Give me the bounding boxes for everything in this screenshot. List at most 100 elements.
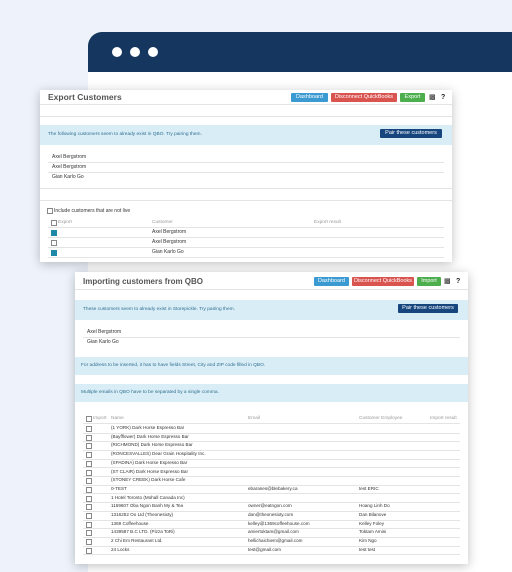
- email-note-text: Multiple emails in QBO have to be separa…: [81, 390, 219, 395]
- customer-name: 24 Locks: [111, 546, 130, 552]
- copy-icon[interactable]: ▩: [444, 277, 451, 286]
- customer-email: amiertoktam@gmail.com: [248, 529, 299, 535]
- row-import-checkbox[interactable]: [86, 521, 92, 528]
- pair-info-text: These customers seem to already exist in…: [83, 307, 235, 312]
- row-import-checkbox[interactable]: [86, 547, 92, 554]
- import-customers-panel: Importing customers from QBO Dashboard D…: [75, 272, 468, 564]
- address-note-text: For address to be inserted, it has to ha…: [81, 363, 266, 368]
- customer-name: 1316252 Oo Ltd (Theonesixty): [111, 512, 174, 517]
- customer-email: dan@theonesixty.com: [248, 512, 294, 517]
- help-icon[interactable]: ?: [441, 93, 445, 102]
- column-header-export: Export: [58, 220, 72, 225]
- divider: [40, 200, 452, 201]
- dashboard-button[interactable]: Dashboard: [314, 277, 349, 286]
- customer-employee: Kim Ngo: [359, 538, 377, 544]
- window-dot-icon: [112, 47, 122, 57]
- column-header-customer-employee: Customer Employee: [359, 416, 403, 421]
- row-import-checkbox[interactable]: [86, 504, 92, 511]
- row-import-checkbox[interactable]: [86, 495, 92, 502]
- pair-info-text: The following customers seem to already …: [48, 132, 202, 137]
- pair-info-alert: These customers seem to already exist in…: [75, 300, 468, 320]
- row-import-checkbox[interactable]: [86, 443, 92, 450]
- column-header-import-result: Import result: [430, 416, 457, 421]
- customer-email: kelley@1369coffeehouse.com: [248, 520, 310, 526]
- divider: [83, 423, 460, 424]
- customer-name: 1169607 Oba Ngon Banh My & Tea: [111, 503, 184, 509]
- row-import-checkbox[interactable]: [86, 478, 92, 485]
- row-divider: [48, 257, 444, 258]
- row-import-checkbox[interactable]: [86, 469, 92, 476]
- divider: [83, 337, 460, 338]
- existing-customer: Gian Karlo Go: [87, 339, 119, 345]
- include-not-live-checkbox[interactable]: [47, 208, 53, 214]
- customer-name: (Bayfflower) Dark Horse Espresso Bar: [111, 433, 189, 439]
- row-import-checkbox[interactable]: [86, 460, 92, 467]
- column-header-name: Name: [111, 416, 124, 421]
- customer-email: ebaranes@blebakery.ca: [248, 485, 298, 491]
- customer-email: owner@eatngon.com: [248, 503, 292, 509]
- customer-email: test@gmail.com: [248, 546, 281, 552]
- row-divider: [48, 247, 444, 248]
- email-note-alert: Multiple emails in QBO have to be separa…: [75, 384, 468, 402]
- customer-email: hellichaichiem@gmail.com: [248, 538, 303, 544]
- disconnect-quickbooks-button[interactable]: Disconnect QuickBooks: [331, 93, 397, 102]
- dashboard-button[interactable]: Dashboard: [291, 93, 328, 102]
- browser-title-bar: [88, 32, 512, 72]
- customer-name: Axel Bergstrom: [152, 229, 187, 235]
- select-all-checkbox[interactable]: [51, 220, 57, 226]
- row-export-checkbox[interactable]: [51, 230, 57, 236]
- export-customers-panel: Export Customers Dashboard Disconnect Qu…: [40, 90, 452, 262]
- divider: [40, 104, 452, 105]
- row-export-checkbox[interactable]: [51, 240, 57, 246]
- row-import-checkbox[interactable]: [86, 539, 92, 546]
- row-export-checkbox[interactable]: [51, 250, 57, 256]
- disconnect-quickbooks-button[interactable]: Disconnect QuickBooks: [352, 277, 414, 286]
- customer-name: (SPADINA) Dark Horse Espresso Bar: [111, 459, 188, 465]
- customer-name: Gian Karlo Go: [152, 249, 184, 255]
- column-header-import: Import: [93, 416, 107, 421]
- import-button[interactable]: Import: [417, 277, 441, 286]
- customer-employee: test test: [359, 546, 376, 552]
- customer-employee: Hoang Linh Do: [359, 503, 390, 509]
- divider: [48, 162, 444, 163]
- include-not-live-label: Include customers that are not live: [54, 208, 131, 214]
- row-import-checkbox[interactable]: [86, 434, 92, 441]
- existing-customer: Axel Bergstrom: [87, 329, 122, 335]
- column-header-email: Email: [248, 416, 260, 421]
- existing-customer: Axel Bergstrom: [52, 154, 87, 160]
- row-divider: [48, 237, 444, 238]
- row-import-checkbox[interactable]: [86, 486, 92, 493]
- select-all-checkbox[interactable]: [86, 416, 92, 422]
- divider: [75, 289, 468, 290]
- column-header-customer: Customer: [152, 220, 173, 225]
- customer-name: 2 Chi Em Restaurant Ltd.: [111, 538, 163, 544]
- help-icon[interactable]: ?: [456, 277, 460, 286]
- customer-name: 1439587 B.C LTD. (Pizza ToRi): [111, 529, 175, 535]
- divider: [40, 116, 452, 117]
- customer-name: 1 Hotel Toronto (Mohall Canada Inc): [111, 494, 185, 500]
- pair-info-alert: The following customers seem to already …: [40, 125, 452, 145]
- divider: [40, 188, 452, 189]
- existing-customer: Axel Bergstrom: [52, 164, 87, 170]
- customer-name: (ST CLAIR) Dark Horse Espresso Bar: [111, 468, 189, 474]
- row-import-checkbox[interactable]: [86, 530, 92, 537]
- pair-customers-button[interactable]: Pair these customers: [380, 129, 442, 138]
- customer-name: (RICHMOND) Dark Horse Espresso Bar: [111, 442, 193, 448]
- window-dot-icon: [130, 47, 140, 57]
- row-import-checkbox[interactable]: [86, 452, 92, 459]
- customer-name: (STONEY CREEK) Dark Horse Cafe: [111, 477, 186, 483]
- customer-employee: Kelley Foley: [359, 520, 385, 526]
- page-title: Importing customers from QBO: [83, 277, 204, 286]
- divider: [48, 172, 444, 173]
- customer-name: Axel Bergstrom: [152, 239, 187, 245]
- page-title: Export Customers: [48, 92, 122, 102]
- copy-icon[interactable]: ▩: [429, 93, 436, 102]
- export-button[interactable]: Export: [400, 93, 425, 102]
- pair-customers-button[interactable]: Pair these customers: [398, 304, 458, 313]
- customer-name: (1 YORK) Dark Horse Espresso Bar: [111, 425, 185, 430]
- row-import-checkbox[interactable]: [86, 426, 92, 432]
- customer-employee: test ERIC: [359, 485, 379, 491]
- address-note-alert: For address to be inserted, it has to ha…: [75, 357, 468, 375]
- row-import-checkbox[interactable]: [86, 513, 92, 519]
- customer-name: 0-TEST: [111, 485, 127, 491]
